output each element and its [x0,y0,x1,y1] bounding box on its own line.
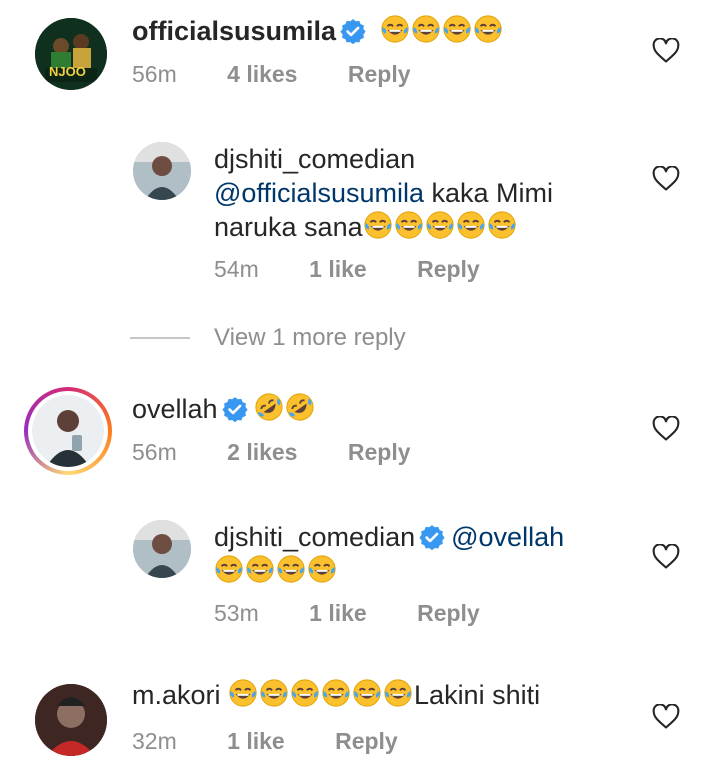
likes-count[interactable]: 1 like [309,256,367,282]
comment-text: Lakini shiti [414,680,541,710]
view-more-divider [130,337,190,339]
mention-link[interactable]: @officialsusumila [214,178,424,208]
comment-meta: 32m 1 like Reply [132,728,442,755]
reply-text-line1: @officialsusumila kaka Mimi [214,176,553,210]
reply-button[interactable]: Reply [417,256,480,282]
joy-emoji-icon [321,678,351,708]
username[interactable]: djshiti_comedian [214,144,415,174]
joy-emoji-icon [394,210,424,240]
comment-meta: 56m 2 likes Reply [132,439,455,466]
joy-emoji-icon [259,678,289,708]
reply-button[interactable]: Reply [348,61,411,87]
reply-body: djshiti_comedian @ovellah [214,520,564,554]
username[interactable]: djshiti_comedian [214,522,415,552]
reply-text: kaka Mimi [424,178,554,208]
joy-emoji-icon [425,210,455,240]
like-heart-icon[interactable] [652,416,680,442]
joy-emoji-icon [228,678,258,708]
likes-count[interactable]: 4 likes [227,61,297,87]
username[interactable]: m.akori [132,680,221,710]
timestamp: 32m [132,728,177,754]
joy-emoji-icon [307,554,337,584]
reply-button[interactable]: Reply [348,439,411,465]
like-heart-icon[interactable] [652,704,680,730]
timestamp: 56m [132,439,177,465]
joy-emoji-icon [456,210,486,240]
verified-badge-icon [419,524,445,550]
reply-text: naruka sana [214,212,363,242]
joy-emoji-icon [245,554,275,584]
reply-button[interactable]: Reply [335,728,398,754]
emoji-group [380,16,504,46]
mention-link[interactable]: @ovellah [451,522,564,552]
view-more-replies-button[interactable]: View 1 more reply [214,324,406,352]
reply-text-line2: naruka sana [214,210,518,244]
verified-badge-icon [222,396,248,422]
timestamp: 56m [132,61,177,87]
verified-badge-icon [340,18,366,44]
likes-count[interactable]: 2 likes [227,439,297,465]
reply-meta: 53m 1 like Reply [214,600,524,627]
comment-body: ovellah [132,392,316,426]
reply-meta: 54m 1 like Reply [214,256,524,283]
avatar[interactable] [35,684,107,756]
username[interactable]: ovellah [132,394,218,424]
avatar[interactable] [133,142,191,200]
joy-emoji-icon [442,14,472,44]
avatar[interactable]: NJOO [35,18,107,90]
reply-emoji-line [214,554,338,588]
rofl-emoji-icon [254,392,284,422]
like-heart-icon[interactable] [652,166,680,192]
like-heart-icon[interactable] [652,38,680,64]
joy-emoji-icon [487,210,517,240]
reply-button[interactable]: Reply [417,600,480,626]
comment-body: officialsusumila [132,14,504,48]
likes-count[interactable]: 1 like [309,600,367,626]
joy-emoji-icon [383,678,413,708]
joy-emoji-icon [352,678,382,708]
avatar [28,391,108,471]
like-heart-icon[interactable] [652,544,680,570]
joy-emoji-icon [290,678,320,708]
joy-emoji-icon [363,210,393,240]
rofl-emoji-icon [285,392,315,422]
likes-count[interactable]: 1 like [227,728,285,754]
comment-meta: 56m 4 likes Reply [132,61,455,88]
avatar-story-ring[interactable] [24,387,112,475]
avatar[interactable] [133,520,191,578]
avatar-logo-text: NJOO [49,64,86,79]
joy-emoji-icon [473,14,503,44]
reply-body: djshiti_comedian [214,142,415,176]
joy-emoji-icon [276,554,306,584]
timestamp: 54m [214,256,259,282]
joy-emoji-icon [380,14,410,44]
username[interactable]: officialsusumila [132,16,336,46]
comment-body: m.akori Lakini shiti [132,678,540,712]
joy-emoji-icon [214,554,244,584]
timestamp: 53m [214,600,259,626]
joy-emoji-icon [411,14,441,44]
